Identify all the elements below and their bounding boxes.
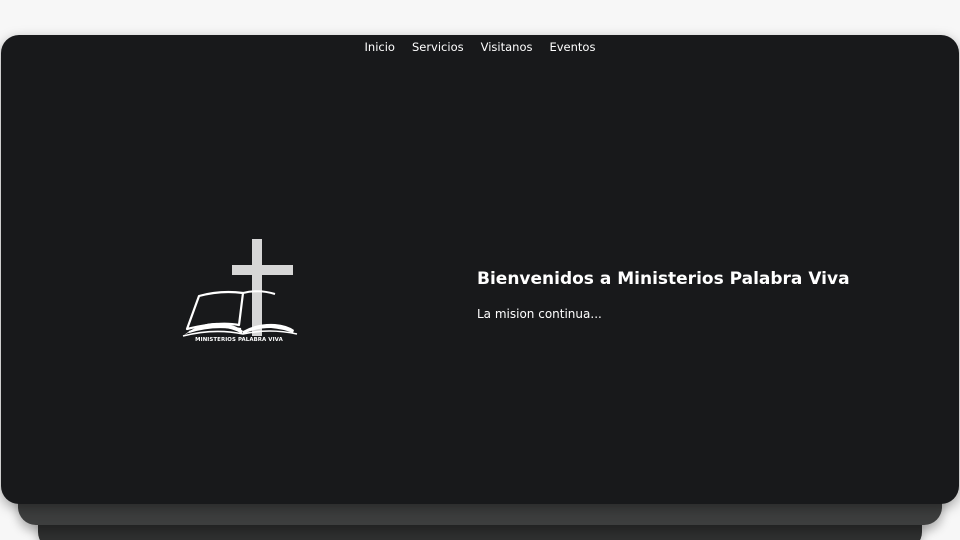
cross-bible-icon (182, 239, 298, 337)
hero-subtitle: La mision continua... (477, 307, 602, 321)
top-navigation: Inicio Servicios Visitanos Eventos (1, 40, 959, 54)
logo-text: MINISTERIOS PALABRA VIVA (195, 337, 283, 343)
nav-item-visitanos[interactable]: Visitanos (481, 40, 533, 54)
page: Inicio Servicios Visitanos Eventos MINIS… (0, 0, 960, 540)
hero-title: Bienvenidos a Ministerios Palabra Viva (477, 269, 850, 289)
hero-section: Inicio Servicios Visitanos Eventos MINIS… (1, 35, 959, 504)
nav-item-eventos[interactable]: Eventos (549, 40, 595, 54)
nav-item-servicios[interactable]: Servicios (412, 40, 464, 54)
nav-item-inicio[interactable]: Inicio (365, 40, 395, 54)
ministry-logo: MINISTERIOS PALABRA VIVA (179, 238, 319, 350)
